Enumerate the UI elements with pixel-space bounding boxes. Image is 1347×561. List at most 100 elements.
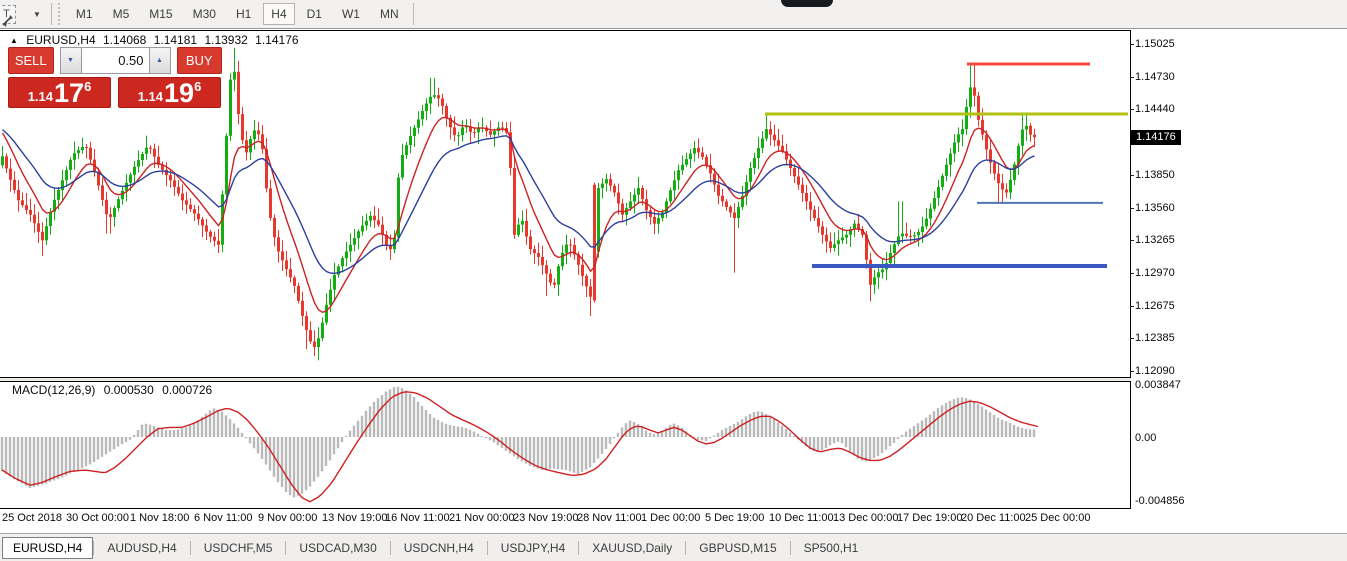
price-tick-label: 1.14730 — [1135, 71, 1175, 83]
macd-main-value: 0.000530 — [103, 383, 154, 397]
chart-tab-usdcnh-h4[interactable]: USDCNH,H4 — [391, 538, 487, 558]
volume-decrease-button[interactable]: ▼ — [59, 47, 82, 74]
timeframe-button-d1[interactable]: D1 — [299, 3, 330, 25]
collapse-triangle-icon[interactable]: ▲ — [10, 36, 18, 45]
date-tick-label: 25 Dec 00:00 — [1025, 512, 1091, 524]
price-tick-label: 1.12970 — [1135, 267, 1175, 279]
timeframe-button-m1[interactable]: M1 — [68, 3, 101, 25]
one-click-trading-panel: SELL ▼ ▲ BUY 1.14 17 6 1.14 19 6 — [8, 47, 222, 108]
macd-pane-top-border — [0, 381, 1131, 382]
date-tick-label: 21 Nov 00:00 — [449, 512, 515, 524]
price-tick-label: 1.15025 — [1135, 38, 1175, 50]
price-tick-mark — [1130, 175, 1134, 176]
timeframe-button-mn[interactable]: MN — [372, 3, 407, 25]
macd-title: MACD(12,26,9) — [12, 383, 96, 397]
date-tick-label: 10 Dec 11:00 — [769, 512, 834, 524]
high-value: 1.14181 — [153, 33, 198, 47]
price-tick-mark — [1130, 109, 1134, 110]
ma-slow-line — [2, 129, 1035, 275]
price-tick-label: 1.14440 — [1135, 103, 1175, 115]
date-tick-label: 13 Dec 00:00 — [833, 512, 899, 524]
price-tick-label: 1.12090 — [1135, 365, 1175, 377]
date-tick-label: 16 Nov 11:00 — [385, 512, 450, 524]
price-tick-mark — [1130, 371, 1134, 372]
date-tick-label: 17 Dec 19:00 — [897, 512, 963, 524]
top-toolbar: T ▼ M1 M5 M15 M30 H1 H4 D1 W1 MN — [0, 0, 1347, 29]
date-tick-label: 13 Nov 19:00 — [322, 512, 388, 524]
buy-button[interactable]: BUY — [176, 47, 222, 74]
price-tick-label: 1.12385 — [1135, 332, 1175, 344]
timeframe-button-m30[interactable]: M30 — [185, 3, 224, 25]
price-tick-mark — [1130, 338, 1134, 339]
symbol-period-label: EURUSD,H4 — [26, 33, 96, 47]
chart-tab-gbpusd-m15[interactable]: GBPUSD,M15 — [686, 538, 789, 558]
date-tick-label: 6 Nov 11:00 — [194, 512, 253, 524]
chart-tab-eurusd-h4[interactable]: EURUSD,H4 — [2, 536, 94, 559]
screen-notch — [781, 0, 833, 7]
timeframe-button-m5[interactable]: M5 — [105, 3, 138, 25]
volume-input[interactable] — [81, 47, 149, 74]
timeframe-toolbar: M1 M5 M15 M30 H1 H4 D1 W1 MN — [66, 3, 409, 25]
current-price-tag: 1.14176 — [1131, 130, 1181, 145]
macd-tick-label: 0.003847 — [1135, 379, 1181, 391]
price-tick-label: 1.13560 — [1135, 202, 1175, 214]
price-tick-label: 1.13850 — [1135, 169, 1175, 181]
price-tick-mark — [1130, 208, 1134, 209]
price-tick-mark — [1130, 306, 1134, 307]
date-tick-label: 28 Nov 11:00 — [577, 512, 642, 524]
date-tick-label: 23 Nov 19:00 — [513, 512, 579, 524]
toolbar-separator — [412, 3, 414, 25]
sell-price-prefix: 1.14 — [27, 89, 54, 104]
chart-tab-xauusd-daily[interactable]: XAUUSD,Daily — [579, 538, 685, 558]
main-pane-right-border — [1130, 30, 1131, 378]
cursor-tool-button[interactable]: ▼ — [2, 9, 41, 27]
date-tick-label: 1 Nov 18:00 — [130, 512, 190, 524]
macd-signal-value: 0.000726 — [162, 383, 213, 397]
timeframe-button-w1[interactable]: W1 — [334, 3, 368, 25]
sell-button[interactable]: SELL — [8, 47, 54, 74]
chart-tab-bar: EURUSD,H4 AUDUSD,H4 USDCHF,M5 USDCAD,M30 USD… — [0, 533, 1347, 561]
price-tick-mark — [1130, 240, 1134, 241]
timeframe-button-h1[interactable]: H1 — [228, 3, 259, 25]
price-tick-mark — [1130, 273, 1134, 274]
macd-pane-bottom-border — [0, 508, 1131, 509]
buy-price-pipette: 6 — [194, 79, 202, 94]
date-tick-label: 20 Dec 11:00 — [961, 512, 1026, 524]
timeframe-button-h4[interactable]: H4 — [263, 3, 295, 25]
price-tick-label: 1.12675 — [1135, 300, 1175, 312]
chart-ohlc-header: ▲ EURUSD,H4 1.14068 1.14181 1.13932 1.14… — [10, 33, 303, 47]
date-tick-label: 25 Oct 2018 — [2, 512, 62, 524]
macd-tick-label: -0.004856 — [1135, 495, 1185, 507]
sell-price-display[interactable]: 1.14 17 6 — [8, 77, 111, 108]
buy-price-prefix: 1.14 — [137, 89, 164, 104]
macd-indicator-canvas[interactable] — [0, 381, 1131, 508]
price-tick-mark — [1130, 77, 1134, 78]
sell-price-big: 17 — [54, 78, 85, 108]
chart-tab-audusd-h4[interactable]: AUDUSD,H4 — [94, 538, 189, 558]
buy-price-display[interactable]: 1.14 19 6 — [118, 77, 221, 108]
main-pane-top-border — [0, 30, 1131, 31]
buy-price-big: 19 — [164, 78, 195, 108]
macd-tick-label: 0.00 — [1135, 432, 1157, 444]
ma-fast-line — [1, 116, 1035, 314]
open-value: 1.14068 — [102, 33, 147, 47]
macd-indicator-label: MACD(12,26,9) 0.000530 0.000726 — [12, 383, 217, 397]
volume-increase-button[interactable]: ▲ — [148, 47, 171, 74]
date-tick-label: 9 Nov 00:00 — [258, 512, 318, 524]
date-tick-label: 5 Dec 19:00 — [705, 512, 765, 524]
toolbar-drag-handle[interactable] — [57, 3, 60, 25]
chart-tab-sp500-h1[interactable]: SP500,H1 — [791, 538, 872, 558]
chart-tab-usdchf-m5[interactable]: USDCHF,M5 — [191, 538, 286, 558]
toolbar-separator — [50, 3, 52, 25]
close-value: 1.14176 — [255, 33, 299, 47]
macd-pane-right-border — [1130, 381, 1131, 509]
chart-tab-usdcad-m30[interactable]: USDCAD,M30 — [286, 538, 389, 558]
price-tick-mark — [1130, 44, 1134, 45]
price-tick-label: 1.13265 — [1135, 234, 1175, 246]
date-tick-label: 30 Oct 00:00 — [66, 512, 129, 524]
chart-tab-usdjpy-h4[interactable]: USDJPY,H4 — [488, 538, 578, 558]
low-value: 1.13932 — [204, 33, 248, 47]
main-pane-bottom-border — [0, 377, 1131, 378]
timeframe-button-m15[interactable]: M15 — [141, 3, 180, 25]
chevron-down-icon: ▼ — [33, 9, 41, 19]
